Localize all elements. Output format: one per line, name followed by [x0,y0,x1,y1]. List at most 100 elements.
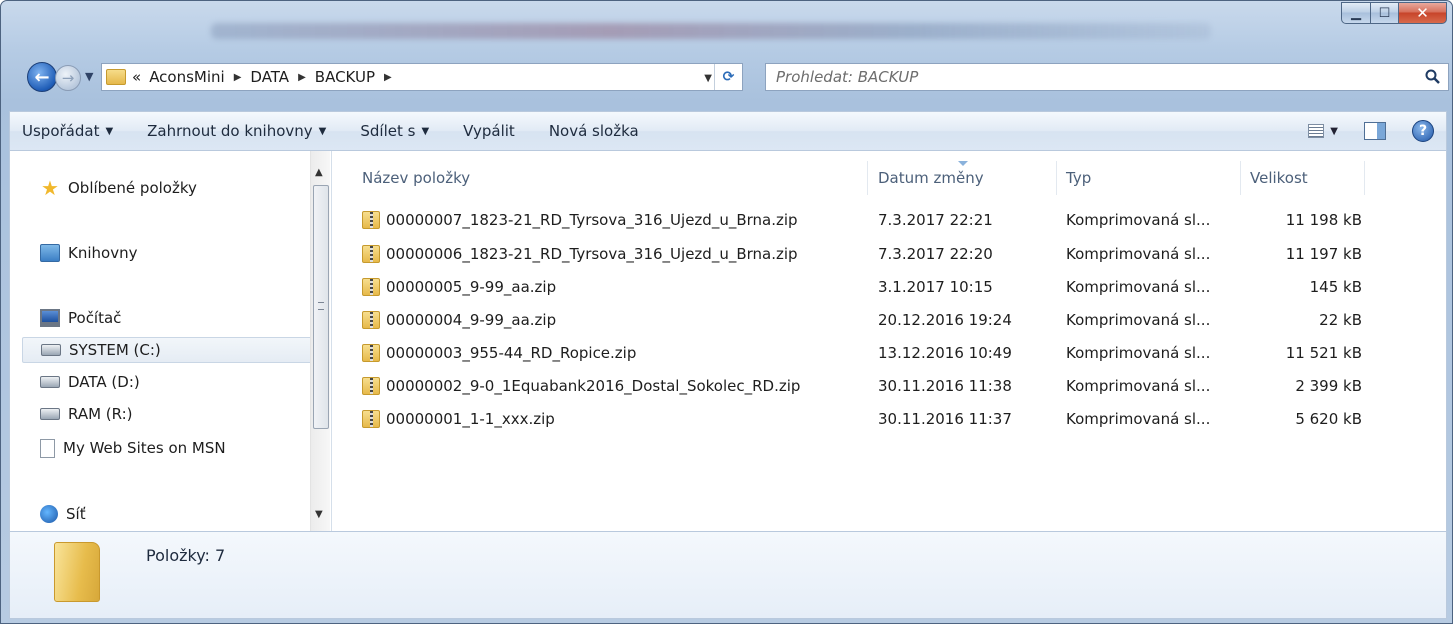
details-pane: Položky: 7 [9,531,1447,619]
share-with-button[interactable]: Sdílet s ▼ [360,122,429,140]
file-size: 11 198 kB [1285,211,1362,229]
hard-drive-icon [40,376,60,388]
column-divider[interactable] [1240,161,1241,195]
nav-libraries[interactable]: Knihovny [40,240,137,266]
back-button[interactable]: ← [27,62,57,92]
file-size: 22 kB [1319,311,1362,329]
file-date: 13.12.2016 10:49 [878,344,1012,362]
breadcrumb-backup[interactable]: BACKUP [315,68,375,86]
star-icon: ★ [41,176,59,200]
sort-indicator-icon [958,161,968,166]
nav-computer[interactable]: Počítač [40,305,121,331]
file-date: 20.12.2016 19:24 [878,311,1012,329]
nav-drive-c-label: SYSTEM (C:) [69,341,161,359]
ram-drive-icon [40,408,60,420]
file-row[interactable]: 00000006_1823-21_RD_Tyrsova_316_Ujezd_u_… [362,243,1382,267]
file-row[interactable]: 00000005_9-99_aa.zip 3.1.2017 10:15 Komp… [362,276,1382,300]
nav-drive-c[interactable]: SYSTEM (C:) [22,337,312,363]
network-icon [40,505,58,523]
scroll-up-icon[interactable]: ▲ [315,167,323,178]
new-folder-label: Nová složka [548,122,639,140]
organize-label: Uspořádat [22,122,100,140]
burn-button[interactable]: Vypálit [463,122,515,140]
file-row[interactable]: 00000002_9-0_1Equabank2016_Dostal_Sokole… [362,375,1382,399]
file-size: 5 620 kB [1295,410,1362,428]
nav-libraries-label: Knihovny [68,244,138,262]
refresh-icon[interactable]: ⟳ [714,64,742,90]
file-type: Komprimovaná sl... [1066,211,1211,229]
forward-button[interactable]: → [55,65,81,91]
scroll-thumb[interactable] [313,185,329,429]
zip-folder-icon [362,311,380,329]
caption-buttons: ▁ ☐ ✕ [1341,2,1447,24]
include-in-library-button[interactable]: Zahrnout do knihovny ▼ [147,122,326,140]
file-row[interactable]: 00000003_955-44_RD_Ropice.zip 13.12.2016… [362,342,1382,366]
column-size[interactable]: Velikost [1250,169,1308,187]
column-divider[interactable] [867,161,868,195]
file-row[interactable]: 00000004_9-99_aa.zip 20.12.2016 19:24 Ko… [362,309,1382,333]
new-folder-button[interactable]: Nová složka [549,122,639,140]
file-name: 00000007_1823-21_RD_Tyrsova_316_Ujezd_u_… [386,211,798,229]
address-history-dropdown[interactable]: ▼ [704,73,712,84]
nav-computer-label: Počítač [68,309,122,327]
item-count: Položky: 7 [146,546,226,565]
nav-drive-d[interactable]: DATA (D:) [40,369,140,395]
nav-network[interactable]: Síť [40,501,86,527]
file-type: Komprimovaná sl... [1066,245,1211,263]
breadcrumb-separator-icon[interactable]: ▶ [384,72,392,83]
minimize-button[interactable]: ▁ [1341,2,1371,24]
zip-folder-icon [362,245,380,263]
column-date[interactable]: Datum změny [878,169,984,187]
file-row[interactable]: 00000007_1823-21_RD_Tyrsova_316_Ujezd_u_… [362,209,1382,233]
file-date: 7.3.2017 22:21 [878,211,993,229]
breadcrumb-separator-icon[interactable]: ▶ [234,72,242,83]
nav-msn-sites[interactable]: My Web Sites on MSN [40,435,226,461]
explorer-window: ▁ ☐ ✕ ← → ▼ « AconsMini ▶ DATA ▶ BACKUP … [0,0,1453,624]
breadcrumb-data[interactable]: DATA [250,68,289,86]
nav-drive-r[interactable]: RAM (R:) [40,401,133,427]
column-divider[interactable] [1056,161,1057,195]
organize-button[interactable]: Uspořádat ▼ [22,122,113,140]
file-type: Komprimovaná sl... [1066,344,1211,362]
view-controls: ▼ ? [1308,120,1434,142]
share-label: Sdílet s [360,122,416,140]
file-type: Komprimovaná sl... [1066,377,1211,395]
views-dropdown-icon[interactable]: ▼ [1330,126,1338,137]
column-divider[interactable] [1364,161,1365,195]
folder-icon [106,69,126,85]
column-type[interactable]: Typ [1066,169,1091,187]
help-icon[interactable]: ? [1412,120,1434,142]
search-icon[interactable] [1424,68,1442,86]
close-button[interactable]: ✕ [1399,2,1447,24]
title-bar[interactable]: ▁ ☐ ✕ [1,1,1452,55]
breadcrumb-overflow[interactable]: « [132,68,141,86]
preview-pane-icon[interactable] [1364,122,1386,140]
file-type: Komprimovaná sl... [1066,278,1211,296]
chevron-down-icon: ▼ [318,125,327,137]
recent-pages-dropdown[interactable]: ▼ [85,70,93,83]
nav-scrollbar[interactable]: ▲ ▼ [310,151,330,531]
scroll-down-icon[interactable]: ▼ [315,509,323,520]
file-size: 11 521 kB [1285,344,1362,362]
file-name: 00000004_9-99_aa.zip [386,311,557,329]
nav-network-label: Síť [66,505,86,523]
document-icon [40,438,55,458]
file-name: 00000005_9-99_aa.zip [386,278,557,296]
breadcrumb: « AconsMini ▶ DATA ▶ BACKUP ▶ [132,68,401,86]
maximize-button[interactable]: ☐ [1371,2,1399,24]
search-input[interactable]: Prohledat: BACKUP [776,68,918,86]
file-row[interactable]: 00000001_1-1_xxx.zip 30.11.2016 11:37 Ko… [362,408,1382,432]
column-name[interactable]: Název položky [362,169,470,187]
nav-msn-label: My Web Sites on MSN [63,439,226,457]
file-date: 30.11.2016 11:37 [878,410,1012,428]
file-type: Komprimovaná sl... [1066,410,1211,428]
breadcrumb-separator-icon[interactable]: ▶ [298,72,306,83]
breadcrumb-aconsmini[interactable]: AconsMini [149,68,225,86]
address-bar[interactable]: « AconsMini ▶ DATA ▶ BACKUP ▶ ▼ ⟳ [101,63,743,91]
command-bar: Uspořádat ▼ Zahrnout do knihovny ▼ Sdílet … [9,111,1447,151]
nav-drive-r-label: RAM (R:) [68,405,133,423]
search-box[interactable]: Prohledat: BACKUP [765,63,1449,91]
file-date: 3.1.2017 10:15 [878,278,993,296]
views-icon[interactable] [1308,124,1325,138]
nav-favorites[interactable]: ★ Oblíbené položky [40,175,197,201]
